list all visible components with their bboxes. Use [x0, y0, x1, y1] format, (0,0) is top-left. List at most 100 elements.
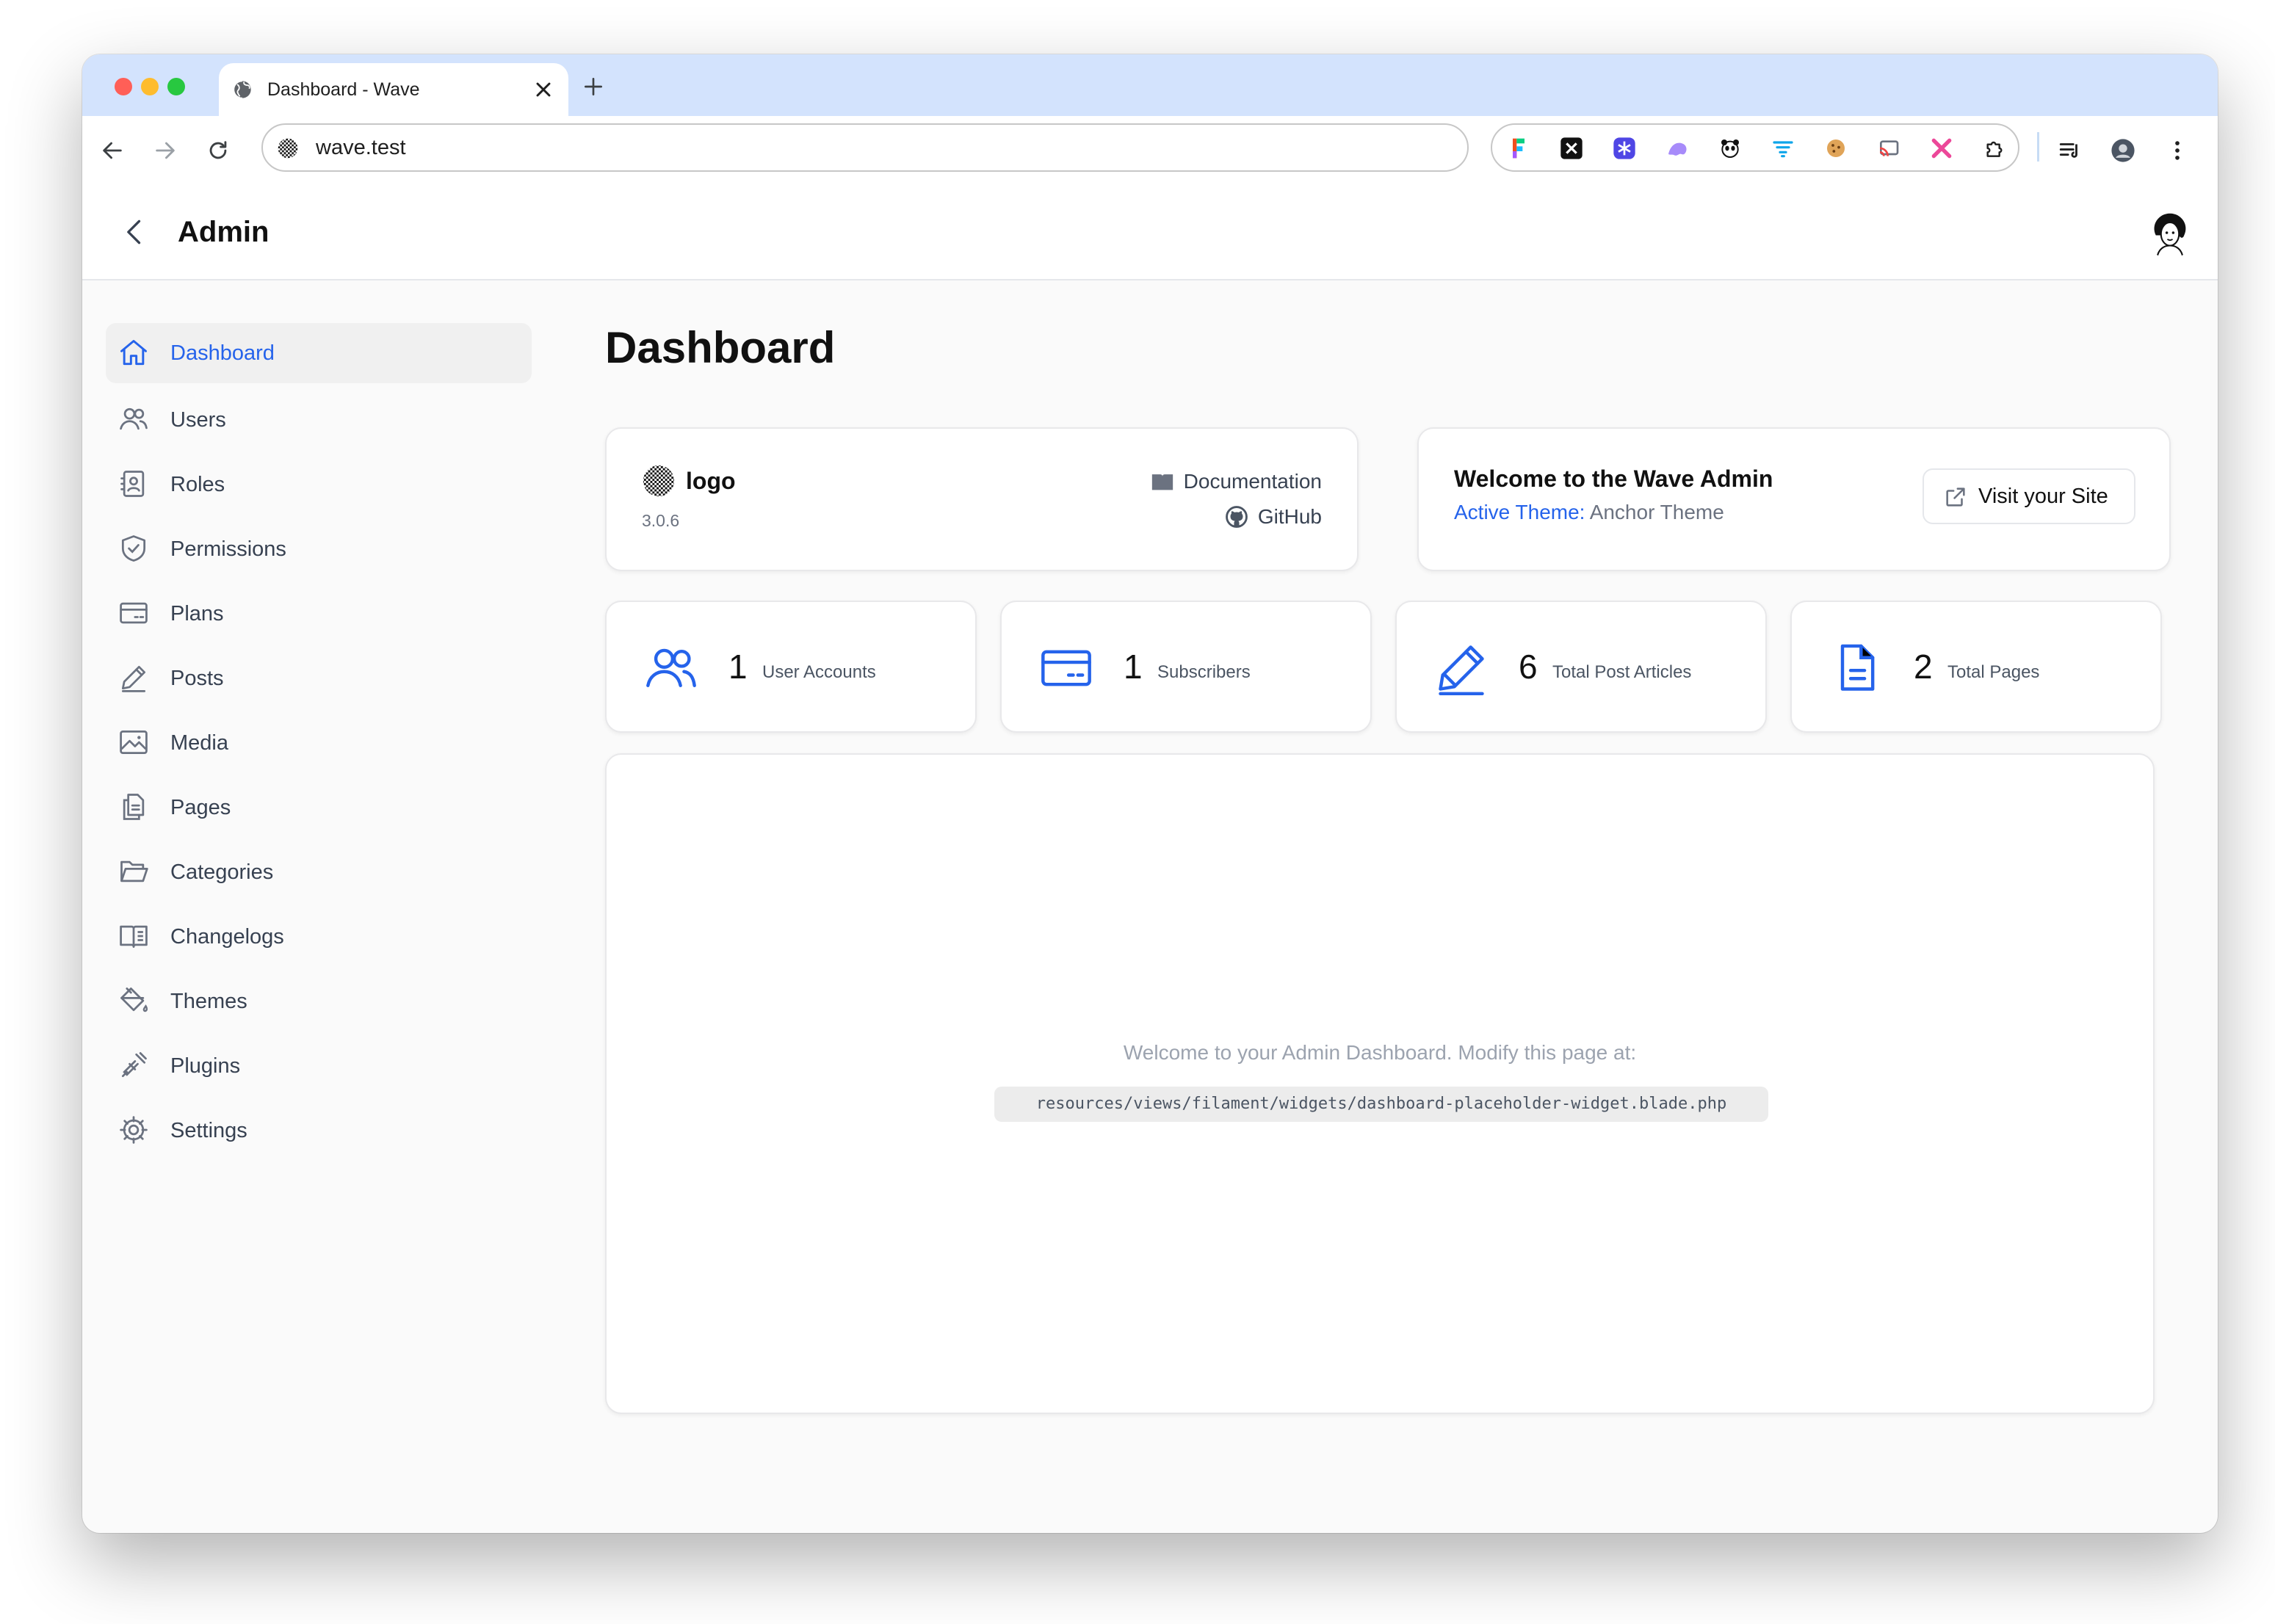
info-card: logo 3.0.6 Documentation GitHub — [605, 427, 1359, 571]
page-title: Dashboard — [605, 323, 836, 372]
book-open-icon — [120, 925, 148, 949]
extensions-area — [1491, 123, 2019, 172]
snowflake-icon[interactable] — [1613, 137, 1636, 160]
back-arrow-icon[interactable] — [100, 138, 125, 163]
minimize-window-button[interactable] — [141, 78, 159, 95]
documentation-link[interactable]: Documentation — [1150, 467, 1322, 496]
stat-value: 1 — [1124, 648, 1143, 686]
active-theme-key: Active Theme: — [1454, 501, 1585, 523]
id-badge-icon — [120, 471, 145, 497]
sidebar-item-roles[interactable]: Roles — [106, 452, 532, 517]
sidebar-item-themes[interactable]: Themes — [106, 969, 532, 1034]
user-avatar[interactable] — [2144, 207, 2196, 258]
kebab-menu-icon[interactable] — [2165, 138, 2190, 163]
stat-card-pages: 2 Total Pages — [1790, 601, 2162, 733]
logo-icon — [643, 465, 675, 497]
stat-label: Total Post Articles — [1552, 662, 1692, 682]
github-link[interactable]: GitHub — [1224, 502, 1322, 532]
profile-avatar-icon[interactable] — [2111, 138, 2135, 163]
visit-site-button[interactable]: Visit your Site — [1923, 468, 2135, 524]
site-favicon-icon — [278, 138, 298, 159]
placeholder-widget: Welcome to your Admin Dashboard. Modify … — [605, 753, 2155, 1414]
app-header: Admin — [82, 185, 2218, 280]
sidebar-item-label: Categories — [170, 860, 274, 884]
sidebar-item-plans[interactable]: Plans — [106, 581, 532, 646]
shield-check-icon — [121, 535, 146, 562]
zoom-window-button[interactable] — [167, 78, 185, 95]
pencil-icon — [1439, 645, 1484, 696]
cross-icon[interactable] — [1930, 137, 1953, 160]
filter-icon[interactable] — [1771, 137, 1795, 160]
welcome-card: Welcome to the Wave Admin Active Theme: … — [1417, 427, 2171, 571]
ghost-icon[interactable] — [1665, 137, 1689, 160]
sidebar-item-changelogs[interactable]: Changelogs — [106, 905, 532, 969]
welcome-title: Welcome to the Wave Admin — [1454, 465, 1773, 492]
browser-tab[interactable]: Dashboard - Wave — [219, 63, 568, 116]
sidebar-item-settings[interactable]: Settings — [106, 1098, 532, 1163]
close-window-button[interactable] — [115, 78, 132, 95]
sidebar-item-label: Changelogs — [170, 925, 284, 949]
stat-value: 2 — [1914, 648, 1933, 686]
cookie-icon[interactable] — [1824, 137, 1848, 160]
document-duplicate-icon — [123, 794, 145, 820]
toolbar-divider — [2037, 132, 2039, 162]
browser-window: Dashboard - Wave wave.test Admin Dashboa… — [82, 54, 2218, 1533]
credit-card-icon — [120, 602, 148, 624]
globe-icon — [233, 80, 251, 99]
paint-bucket-icon — [120, 987, 148, 1012]
sidebar-item-label: Plans — [170, 602, 224, 626]
sidebar-item-label: Settings — [170, 1119, 247, 1142]
photo-icon — [120, 730, 148, 755]
github-label: GitHub — [1257, 505, 1322, 528]
visit-site-label: Visit your Site — [1978, 485, 2108, 508]
address-bar[interactable]: wave.test — [261, 123, 1469, 172]
reload-icon[interactable] — [206, 138, 231, 163]
sidebar-item-dashboard[interactable]: Dashboard — [106, 323, 532, 383]
sidebar-item-pages[interactable]: Pages — [106, 775, 532, 840]
stat-card-users: 1 User Accounts — [605, 601, 977, 733]
logo-text: logo — [686, 468, 736, 494]
puzzle-icon[interactable] — [1983, 137, 2006, 160]
cog-icon — [120, 1116, 148, 1144]
sidebar-item-plugins[interactable]: Plugins — [106, 1034, 532, 1098]
tab-title: Dashboard - Wave — [267, 79, 420, 100]
placeholder-path: resources/views/filament/widgets/dashboa… — [994, 1087, 1768, 1122]
panda-icon[interactable] — [1718, 137, 1742, 160]
sidebar-item-label: Pages — [170, 796, 231, 819]
close-tab-icon[interactable] — [532, 78, 555, 101]
sidebar-item-label: Media — [170, 731, 228, 755]
active-theme-value: Anchor Theme — [1589, 501, 1724, 523]
stat-label: Total Pages — [1947, 662, 2040, 682]
figma-icon[interactable] — [1507, 137, 1530, 160]
stat-label: User Accounts — [762, 662, 876, 682]
cast-icon[interactable] — [1877, 137, 1900, 160]
credit-card-icon — [1041, 650, 1091, 686]
external-link-icon — [1946, 487, 1965, 507]
home-icon — [120, 340, 147, 366]
placeholder-text: Welcome to your Admin Dashboard. Modify … — [1123, 1041, 1637, 1064]
sidebar-item-label: Posts — [170, 667, 224, 690]
sidebar-item-categories[interactable]: Categories — [106, 840, 532, 905]
stat-value: 1 — [728, 648, 748, 686]
forward-arrow-icon[interactable] — [153, 138, 178, 163]
stat-card-posts: 6 Total Post Articles — [1395, 601, 1767, 733]
sidebar-item-label: Themes — [170, 990, 247, 1013]
sidebar-item-posts[interactable]: Posts — [106, 646, 532, 711]
sidebar-item-label: Permissions — [170, 537, 286, 561]
users-icon — [646, 648, 696, 687]
admin-title: Admin — [178, 216, 270, 248]
url-text: wave.test — [316, 136, 406, 159]
github-icon — [1225, 505, 1248, 528]
chevron-left-icon[interactable] — [119, 216, 151, 248]
sidebar-item-media[interactable]: Media — [106, 711, 532, 775]
plug-icon — [121, 1052, 147, 1078]
sidebar-item-permissions[interactable]: Permissions — [106, 517, 532, 581]
sidebar-item-label: Dashboard — [170, 341, 275, 365]
sidebar-item-users[interactable]: Users — [106, 388, 532, 452]
x-icon[interactable] — [1560, 137, 1583, 160]
sidebar-item-label: Users — [170, 408, 226, 432]
stat-value: 6 — [1519, 648, 1538, 686]
active-theme-line: Active Theme: Anchor Theme — [1454, 501, 1724, 524]
reading-list-icon[interactable] — [2058, 138, 2083, 163]
new-tab-icon[interactable] — [582, 75, 605, 98]
